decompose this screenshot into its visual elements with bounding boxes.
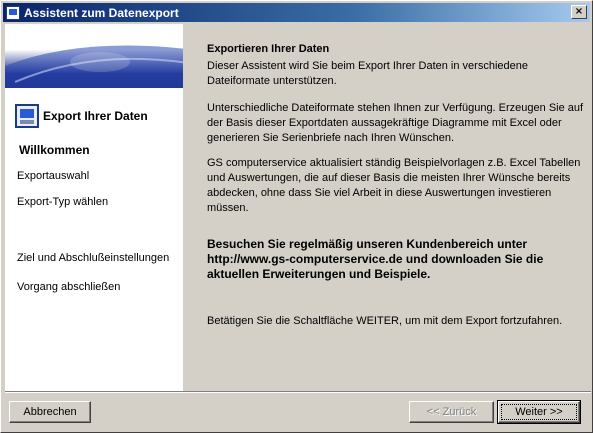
back-button[interactable]: << Zurück (409, 401, 494, 423)
content-heading: Exportieren Ihrer Daten (207, 43, 330, 55)
sidebar-item-exportauswahl: Exportauswahl (17, 170, 90, 182)
title-bar[interactable]: Assistent zum Datenexport × (3, 3, 590, 22)
close-button[interactable]: × (571, 5, 587, 19)
next-button[interactable]: Weiter >> (497, 400, 581, 424)
wizard-sidebar: Export Ihrer Daten Willkommen Exportausw… (5, 24, 183, 391)
sidebar-item-vorgang-abschliessen: Vorgang abschließen (17, 281, 121, 293)
sidebar-header-label: Export Ihrer Daten (43, 109, 148, 123)
sidebar-banner (5, 24, 183, 88)
intro-paragraph: Dieser Assistent wird Sie beim Export Ih… (207, 60, 528, 87)
cancel-button[interactable]: Abbrechen (9, 401, 91, 423)
sidebar-item-willkommen: Willkommen (19, 143, 90, 157)
export-data-icon (15, 104, 39, 128)
app-icon (6, 5, 20, 20)
sidebar-header: Export Ihrer Daten (15, 104, 148, 128)
visit-website-paragraph: Besuchen Sie regelmäßig unseren Kundenbe… (207, 237, 544, 281)
templates-paragraph: GS computerservice aktualisiert ständig … (207, 157, 581, 214)
instruction-paragraph: Betätigen Sie die Schaltfläche WEITER, u… (207, 315, 563, 327)
button-separator-highlight (5, 392, 591, 393)
wizard-content: Exportieren Ihrer Daten Dieser Assistent… (183, 24, 591, 391)
next-button-label: Weiter >> (501, 404, 577, 420)
sidebar-item-ziel-einstellungen: Ziel und Abschlußeinstellungen (17, 252, 170, 264)
formats-paragraph: Unterschiedliche Dateiformate stehen Ihn… (207, 102, 584, 144)
export-wizard-window: Assistent zum Datenexport × Export Ihrer… (0, 0, 593, 433)
window-title: Assistent zum Datenexport (24, 5, 179, 20)
sidebar-item-export-typ: Export-Typ wählen (17, 196, 109, 208)
banner-swoosh-graphic (5, 45, 183, 88)
